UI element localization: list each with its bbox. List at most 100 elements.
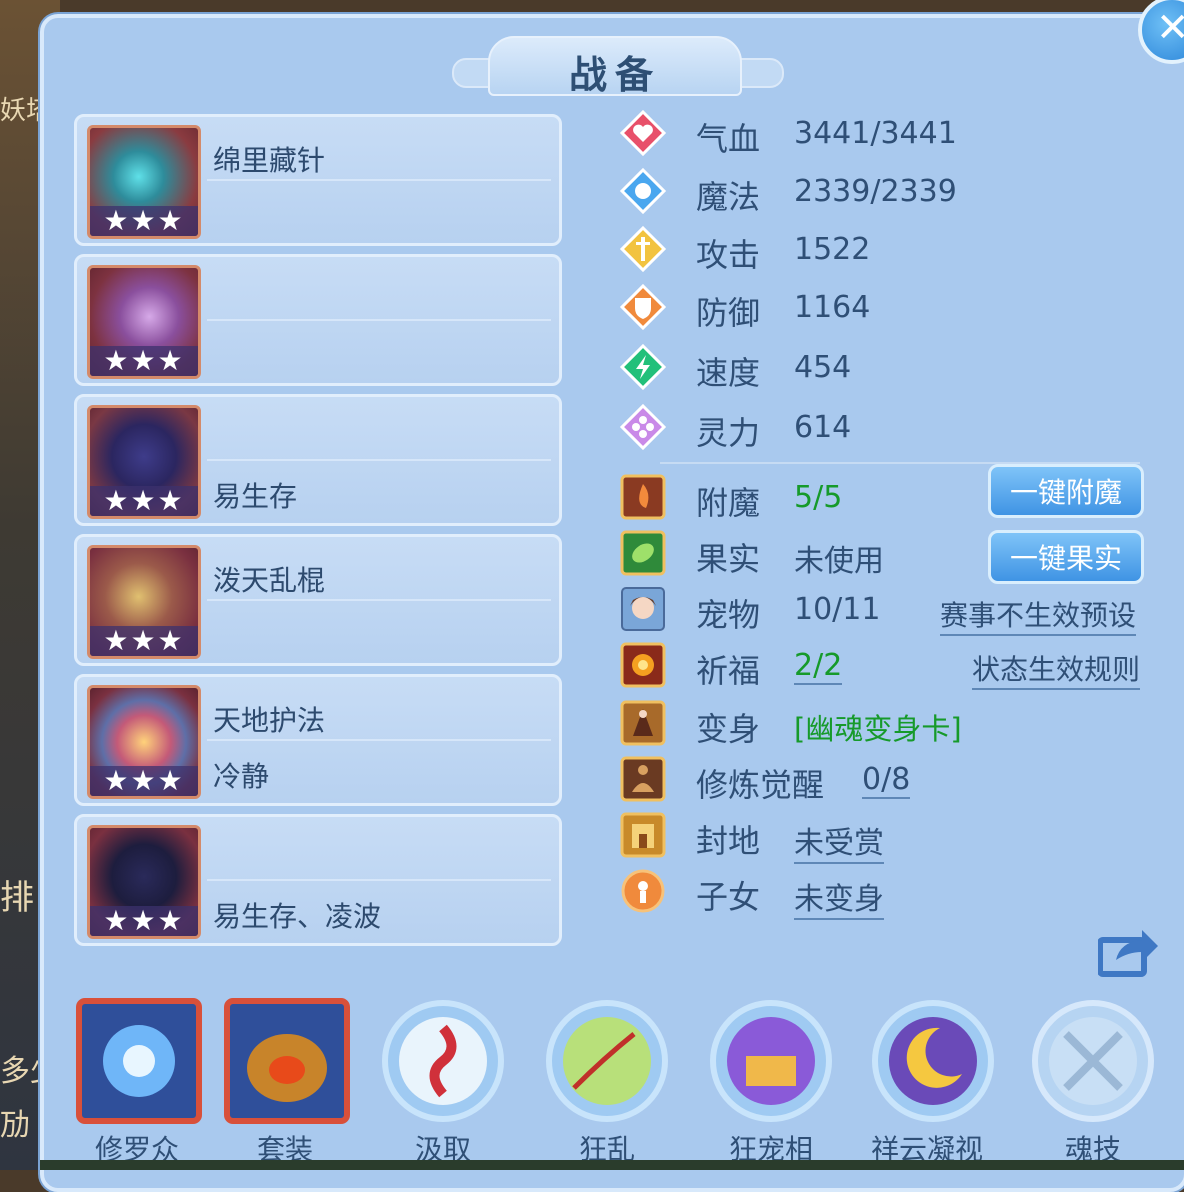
lightning-icon — [620, 344, 666, 390]
shura-orb-icon[interactable] — [76, 998, 202, 1124]
divider — [207, 179, 551, 181]
transform-icon — [620, 700, 666, 746]
magic-icon — [620, 168, 666, 214]
feature-children: 子女 未变身 — [620, 868, 1160, 920]
locked-orb-icon[interactable] — [1030, 998, 1156, 1124]
feature-value[interactable]: 2/2 — [794, 648, 843, 685]
stat-label: 速度 — [696, 354, 761, 392]
divider — [207, 879, 551, 881]
page-title: 战备 — [568, 53, 661, 97]
feature-label: 果实 — [696, 540, 761, 578]
vine-orb-icon[interactable] — [544, 998, 670, 1124]
chest-orb-icon[interactable] — [708, 998, 834, 1124]
one-click-fruit-button[interactable]: 一键果实 — [988, 530, 1144, 584]
stat-mp: 魔法 2339/2339 — [620, 168, 1160, 218]
feature-cultivation: 修炼觉醒 0/8 — [620, 756, 1160, 806]
stat-label: 魔法 — [696, 178, 761, 216]
stat-value: 454 — [794, 350, 852, 385]
equipment-effect: 易生存 — [213, 480, 298, 513]
equipment-effect: 冷静 — [213, 760, 270, 793]
leaf-icon — [620, 530, 666, 576]
star-rating: ★★★ — [90, 206, 198, 236]
stat-label: 气血 — [696, 120, 761, 158]
tournament-preset-link[interactable]: 赛事不生效预设 — [940, 594, 1137, 636]
feature-label: 附魔 — [696, 484, 761, 522]
star-rating: ★★★ — [90, 626, 198, 656]
feature-value[interactable]: 未受赏 — [794, 818, 884, 864]
divider — [207, 599, 551, 601]
stat-value: 614 — [794, 410, 852, 445]
stat-hp: 气血 3441/3441 — [620, 110, 1160, 160]
pet-avatar-icon — [621, 587, 665, 631]
divider — [207, 739, 551, 741]
equipment-slot-belt[interactable]: ★★★ 天地护法 冷静 — [74, 674, 562, 806]
feature-label: 修炼觉醒 — [696, 766, 825, 804]
spirit-icon — [620, 404, 666, 450]
stat-label: 灵力 — [696, 414, 761, 452]
star-rating: ★★★ — [90, 346, 198, 376]
necklace-item-icon: ★★★ — [87, 545, 201, 659]
blessing-icon — [620, 642, 666, 688]
feature-label: 变身 — [696, 710, 761, 748]
stat-label: 防御 — [696, 294, 761, 332]
equipment-slot-weapon[interactable]: ★★★ 绵里藏针 — [74, 114, 562, 246]
sword-item-icon: ★★★ — [87, 125, 201, 239]
robe-item-icon: ★★★ — [87, 405, 201, 519]
divider — [207, 459, 551, 461]
stat-value: 1522 — [794, 232, 871, 267]
belt-item-icon: ★★★ — [87, 685, 201, 799]
enchant-icon — [620, 474, 666, 520]
feature-label: 宠物 — [696, 596, 761, 634]
stat-label: 攻击 — [696, 236, 761, 274]
background-text: 排 — [0, 878, 34, 918]
equipment-name: 泼天乱棍 — [213, 564, 326, 597]
feature-value[interactable]: 0/8 — [862, 762, 911, 799]
equipment-slot-boots[interactable]: ★★★ 易生存、凌波 — [74, 814, 562, 946]
feature-label: 祈福 — [696, 652, 761, 690]
stat-speed: 速度 454 — [620, 344, 1160, 394]
stat-attack: 攻击 1522 — [620, 226, 1160, 276]
stat-value: 1164 — [794, 290, 871, 325]
title-tab: 战备 — [488, 36, 742, 97]
background-text: 劢 — [0, 1108, 30, 1143]
stat-defense: 防御 1164 — [620, 284, 1160, 334]
feature-value: 10/11 — [794, 592, 881, 627]
equipment-effect: 易生存、凌波 — [213, 900, 382, 933]
feature-label: 封地 — [696, 822, 761, 860]
star-rating: ★★★ — [90, 906, 198, 936]
status-rules-link[interactable]: 状态生效规则 — [972, 648, 1141, 690]
sword-icon — [620, 226, 666, 272]
feature-fief: 封地 未受赏 — [620, 812, 1160, 864]
child-icon — [621, 869, 665, 913]
treasure-pot-icon[interactable] — [224, 998, 350, 1124]
heart-icon — [620, 110, 666, 156]
equipment-slot-necklace[interactable]: ★★★ 泼天乱棍 — [74, 534, 562, 666]
equipment-name: 天地护法 — [213, 704, 326, 737]
divider — [207, 319, 551, 321]
stat-value: 3441/3441 — [794, 116, 957, 151]
feature-value[interactable]: 未变身 — [794, 874, 884, 920]
meditation-icon — [620, 756, 666, 802]
feature-value[interactable]: [幽魂变身卡] — [794, 706, 962, 748]
moon-orb-icon[interactable] — [870, 998, 996, 1124]
feature-transform: 变身 [幽魂变身卡] — [620, 700, 1160, 750]
shield-icon — [620, 284, 666, 330]
feature-label: 子女 — [696, 878, 761, 916]
close-icon: ✕ — [1156, 5, 1184, 51]
share-icon[interactable] — [1098, 924, 1160, 978]
feature-value: 未使用 — [794, 544, 884, 579]
equipment-name: 绵里藏针 — [213, 144, 326, 177]
staff-item-icon: ★★★ — [87, 265, 201, 379]
stat-value: 2339/2339 — [794, 174, 957, 209]
gate-icon — [620, 812, 666, 858]
boots-item-icon: ★★★ — [87, 825, 201, 939]
stat-spirit: 灵力 614 — [620, 404, 1160, 454]
feature-value: 5/5 — [794, 480, 843, 515]
star-rating: ★★★ — [90, 766, 198, 796]
one-click-enchant-button[interactable]: 一键附魔 — [988, 464, 1144, 518]
spiral-orb-icon[interactable] — [380, 998, 506, 1124]
bottom-overlay-strip — [40, 1160, 1184, 1170]
equipment-slot-helmet[interactable]: ★★★ — [74, 254, 562, 386]
star-rating: ★★★ — [90, 486, 198, 516]
equipment-slot-armor[interactable]: ★★★ 易生存 — [74, 394, 562, 526]
